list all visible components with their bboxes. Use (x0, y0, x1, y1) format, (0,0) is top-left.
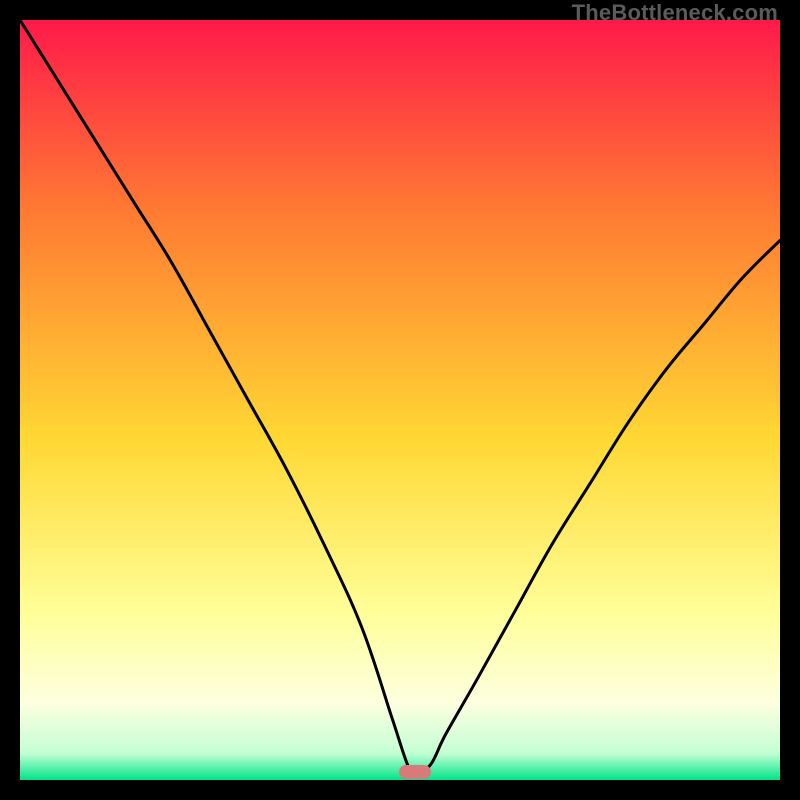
watermark-text: TheBottleneck.com (572, 0, 778, 26)
plot-area (20, 20, 780, 780)
chart-container: TheBottleneck.com (0, 0, 800, 800)
bottleneck-curve (20, 20, 780, 780)
optimal-marker (399, 765, 431, 779)
